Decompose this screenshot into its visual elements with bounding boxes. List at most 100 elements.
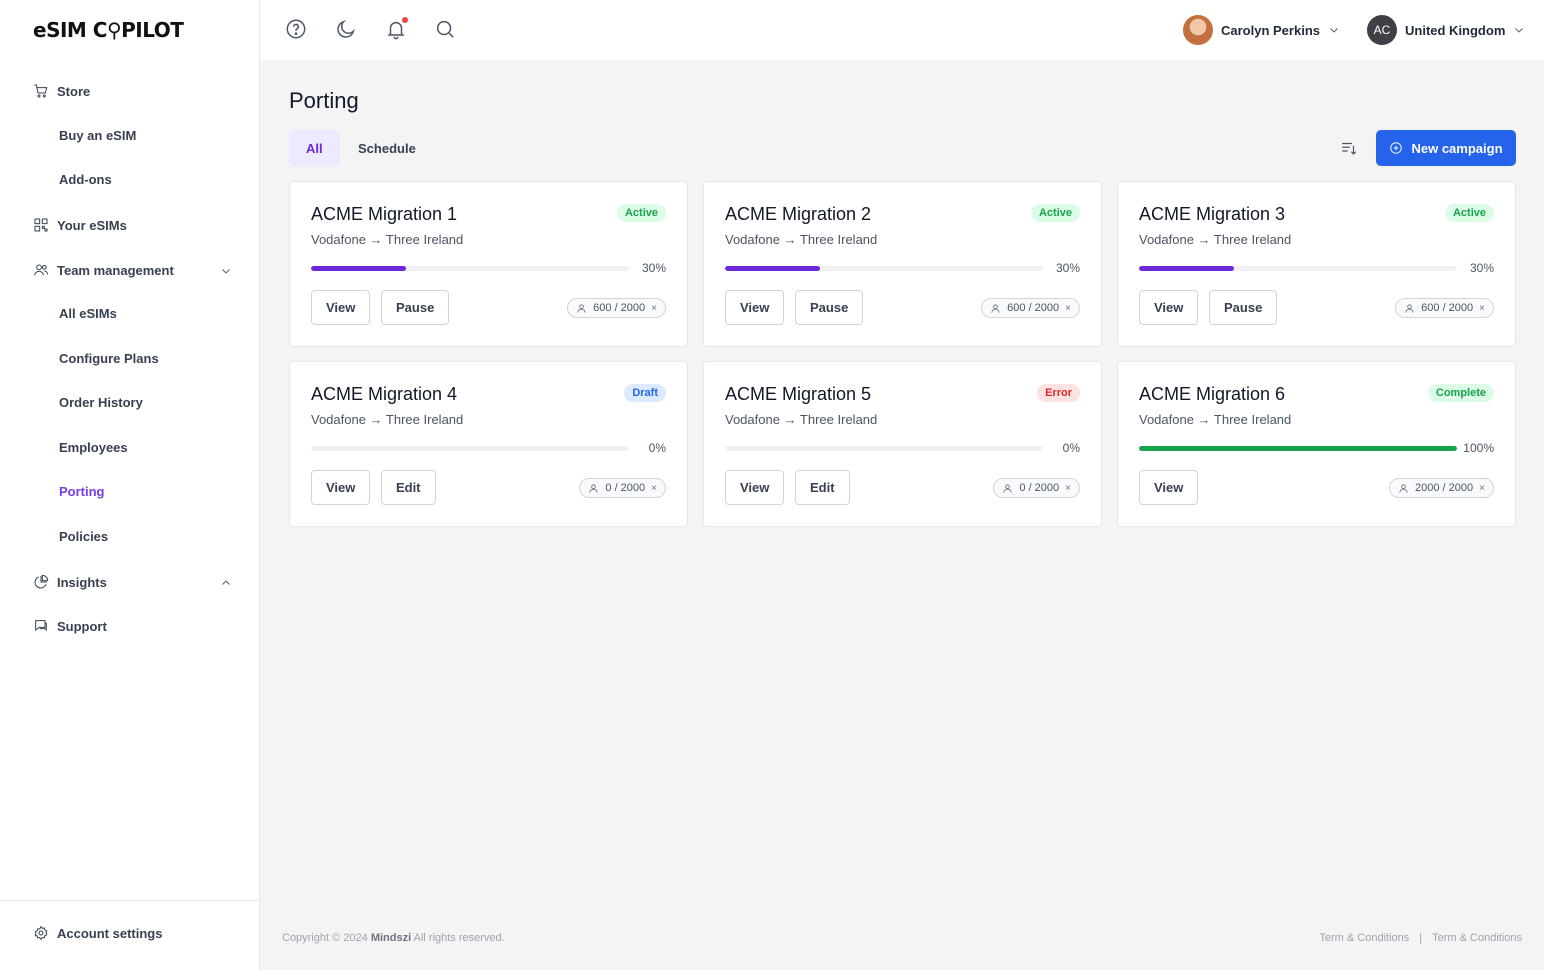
new-campaign-label: New campaign (1411, 140, 1503, 156)
user-name: Carolyn Perkins (1221, 22, 1320, 38)
edit-button[interactable]: Edit (795, 470, 850, 505)
close-icon[interactable]: × (651, 483, 657, 494)
footer-link-terms[interactable]: Term & Conditions (1432, 932, 1522, 944)
cart-icon (34, 84, 48, 98)
region-menu[interactable]: AC United Kingdom (1367, 15, 1525, 45)
sidebar-item-account-settings[interactable]: Account settings (33, 921, 162, 945)
new-campaign-button[interactable]: New campaign (1376, 130, 1516, 166)
chevron-down-icon (1515, 28, 1524, 33)
close-icon[interactable]: × (1479, 483, 1485, 494)
campaign-route: Vodafone → Three Ireland (725, 232, 878, 247)
status-badge: Error (1037, 384, 1080, 402)
sidebar-item-insights[interactable]: Insights (33, 570, 107, 594)
sidebar-item-all-esims[interactable]: All eSIMs (59, 304, 117, 324)
user-icon (589, 483, 598, 493)
employee-count-chip: 600 / 2000 × (981, 298, 1080, 318)
campaign-route: Vodafone → Three Ireland (1139, 412, 1292, 427)
sidebar-item-add-ons[interactable]: Add-ons (59, 170, 112, 190)
employee-count: 600 / 2000 (1421, 302, 1474, 314)
close-icon[interactable]: × (1065, 303, 1071, 314)
campaign-route: Vodafone → Three Ireland (311, 412, 464, 427)
avatar (1183, 15, 1213, 45)
campaign-route: Vodafone → Three Ireland (725, 412, 878, 427)
tab-schedule[interactable]: Schedule (341, 130, 433, 167)
campaign-card: ACME Migration 6 Vodafone → Three Ireland… (1117, 361, 1516, 527)
search-icon[interactable] (434, 18, 458, 42)
region-avatar: AC (1367, 15, 1397, 45)
user-menu[interactable]: Carolyn Perkins (1183, 15, 1340, 45)
help-icon[interactable] (285, 18, 309, 42)
user-icon (577, 303, 586, 313)
progress-fill (1139, 266, 1235, 271)
sidebar-item-porting[interactable]: Porting (59, 482, 105, 502)
tab-all[interactable]: All (289, 130, 340, 167)
plus-circle-icon (1390, 142, 1403, 154)
brand-logo[interactable]: eSIM C⚲PILOT (33, 18, 184, 42)
campaign-card: ACME Migration 5 Vodafone → Three Ireland… (703, 361, 1102, 527)
sidebar-item-policies[interactable]: Policies (59, 527, 108, 547)
close-icon[interactable]: × (651, 303, 657, 314)
sidebar-item-your-esims[interactable]: Your eSIMs (33, 213, 127, 237)
sidebar-item-buy-esim[interactable]: Buy an eSIM (59, 126, 136, 146)
view-button[interactable]: View (1139, 470, 1199, 505)
chevron-down-icon (1330, 28, 1338, 33)
campaign-card: ACME Migration 4 Vodafone → Three Ireland… (289, 361, 688, 527)
campaign-route: Vodafone → Three Ireland (311, 232, 464, 247)
sidebar-item-employees[interactable]: Employees (59, 438, 128, 458)
campaign-title: ACME Migration 2 (725, 204, 872, 224)
campaign-route: Vodafone → Three Ireland (1139, 232, 1292, 247)
bell-icon[interactable] (385, 17, 409, 42)
view-button[interactable]: View (311, 470, 371, 505)
copyright-prefix: Copyright © 2024 (282, 932, 368, 944)
notification-dot (402, 17, 408, 23)
progress-bar (1139, 266, 1457, 271)
chevron-up-icon[interactable] (220, 576, 232, 588)
page-title: Porting (289, 88, 359, 113)
status-badge: Draft (624, 384, 666, 402)
view-button[interactable]: View (725, 290, 785, 325)
view-button[interactable]: View (1139, 290, 1199, 325)
moon-icon[interactable] (335, 18, 359, 42)
employee-count: 0 / 2000 (1019, 482, 1060, 494)
progress-bar (1139, 446, 1457, 451)
progress-percent: 0% (1062, 441, 1080, 455)
user-icon (1399, 483, 1408, 493)
edit-button[interactable]: Edit (381, 470, 436, 505)
sort-icon[interactable] (1340, 139, 1358, 157)
view-button[interactable]: View (311, 290, 371, 325)
pause-button[interactable]: Pause (1209, 290, 1278, 325)
user-icon (1003, 483, 1012, 493)
campaign-title: ACME Migration 6 (1139, 384, 1286, 404)
progress-bar (725, 266, 1043, 271)
sidebar-item-label: Your eSIMs (57, 217, 127, 233)
sidebar-item-support[interactable]: Support (33, 614, 107, 638)
sidebar-item-order-history[interactable]: Order History (59, 393, 143, 413)
view-button[interactable]: View (725, 470, 785, 505)
employee-count-chip: 0 / 2000 × (579, 478, 666, 498)
progress-bar (725, 446, 1043, 451)
campaign-card: ACME Migration 2 Vodafone → Three Ireland… (703, 181, 1102, 347)
close-icon[interactable]: × (1479, 303, 1485, 314)
status-badge: Active (1444, 204, 1494, 222)
employee-count-chip: 600 / 2000 × (567, 298, 666, 318)
campaign-title: ACME Migration 3 (1139, 204, 1286, 224)
campaign-title: ACME Migration 1 (311, 204, 458, 224)
sidebar-divider (0, 900, 259, 901)
chevron-down-icon[interactable] (220, 264, 232, 276)
status-badge: Active (616, 204, 666, 222)
pause-button[interactable]: Pause (795, 290, 864, 325)
progress-bar (311, 446, 629, 451)
sidebar-item-label: Account settings (57, 925, 163, 941)
footer-link-terms[interactable]: Term & Conditions (1319, 932, 1409, 944)
sidebar-item-team-management[interactable]: Team management (33, 258, 174, 282)
sidebar-item-configure-plans[interactable]: Configure Plans (59, 349, 159, 369)
close-icon[interactable]: × (1065, 483, 1071, 494)
progress-percent: 0% (648, 441, 666, 455)
top-bar: Carolyn Perkins AC United Kingdom (260, 0, 1544, 60)
progress-percent: 30% (1055, 261, 1080, 275)
pie-chart-icon (34, 574, 49, 589)
company-name: Mindszi (370, 932, 412, 944)
pause-button[interactable]: Pause (381, 290, 450, 325)
progress-percent: 100% (1463, 441, 1494, 455)
sidebar-item-store[interactable]: Store (33, 79, 90, 103)
